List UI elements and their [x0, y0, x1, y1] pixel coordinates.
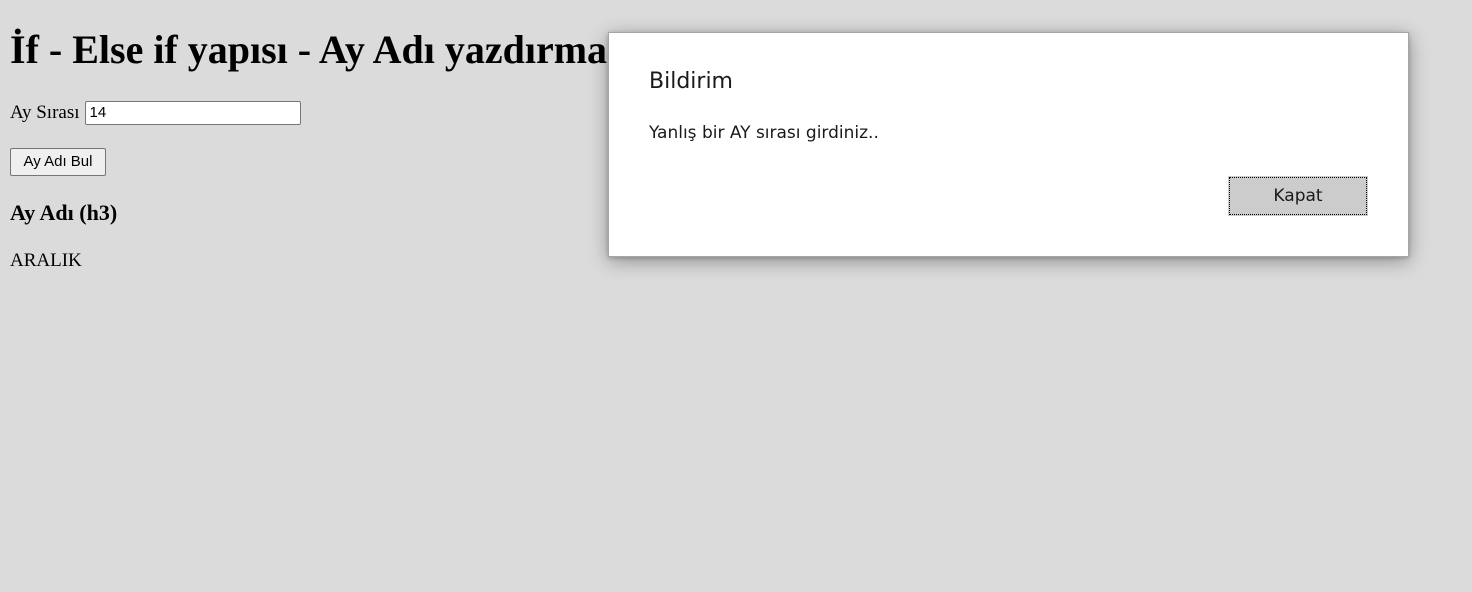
page-title: İf - Else if yapısı - Ay Adı yazdırma	[10, 27, 608, 72]
month-order-row: Ay Sırası 14	[10, 100, 301, 126]
find-month-button[interactable]: Ay Adı Bul	[10, 148, 106, 176]
close-button[interactable]: Kapat	[1228, 176, 1368, 216]
dialog-message: Yanlış bir AY sırası girdiniz..	[649, 123, 879, 143]
alert-dialog: Bildirim Yanlış bir AY sırası girdiniz..…	[608, 32, 1409, 257]
month-order-input[interactable]: 14	[84, 101, 301, 125]
month-name-result: ARALIK	[10, 250, 82, 271]
month-order-label: Ay Sırası	[10, 102, 80, 123]
result-heading: Ay Adı (h3)	[10, 200, 118, 225]
dialog-title: Bildirim	[649, 69, 733, 94]
